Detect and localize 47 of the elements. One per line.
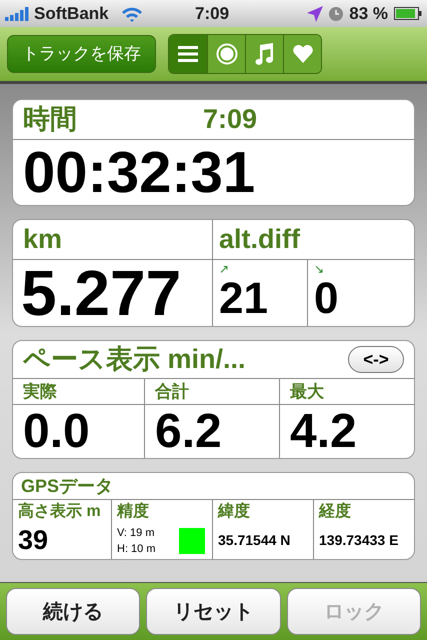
elapsed-time: 00:32:31 [23, 144, 256, 202]
longitude-label: 経度 [319, 502, 352, 522]
toolbar-tab[interactable] [283, 35, 321, 73]
pace-column-label: 合計 [155, 380, 189, 403]
toggle-units-button[interactable]: <-> [348, 346, 404, 373]
continue-button[interactable]: 続ける [6, 588, 140, 635]
up-arrow: ↗ [219, 263, 229, 275]
altitude-difference-label: alt.diff [219, 223, 300, 256]
carrier-name: SoftBank [34, 2, 109, 25]
toolbar-tab[interactable] [245, 35, 283, 73]
horizontal-accuracy: H: 10 m [117, 542, 156, 556]
alarm-clock-icon [329, 6, 344, 20]
pace-value: 6.2 [155, 408, 222, 456]
menu-icon [178, 46, 198, 62]
battery-percentage: 83 % [349, 2, 388, 25]
gps-data-label: GPSデータ [21, 474, 114, 498]
distance-value: 5.277 [21, 261, 182, 325]
save-track-button[interactable]: トラックを保存 [7, 35, 156, 73]
longitude-value: 139.73433 E [319, 531, 398, 550]
pace-column-label: 最大 [290, 380, 324, 403]
location-arrow-icon [307, 6, 324, 22]
accuracy-label: 精度 [117, 502, 150, 522]
time-label: 時間 [23, 103, 77, 136]
pace-label: ペース表示 min/... [23, 343, 246, 376]
music-note-icon [254, 42, 274, 66]
pace-value: 4.2 [290, 408, 357, 456]
distance-label: km [23, 223, 62, 256]
clock-time: 7:09 [195, 2, 230, 25]
toolbar-tab[interactable] [207, 35, 245, 73]
vertical-accuracy: V: 19 m [117, 526, 156, 540]
record-icon [216, 43, 238, 65]
descent-value: 0 [314, 277, 338, 321]
battery-icon [394, 7, 422, 20]
wifi-icon [120, 6, 143, 22]
pace-value: 0.0 [23, 408, 90, 456]
reset-button[interactable]: リセット [146, 588, 281, 635]
down-arrow: ↘ [314, 263, 324, 275]
altitude-value: 39 [18, 527, 48, 554]
pace-column-label: 実際 [23, 380, 57, 403]
latitude-label: 緯度 [218, 502, 251, 522]
ascent-value: 21 [219, 277, 268, 321]
toolbar-tab[interactable] [169, 35, 207, 73]
altitude-label: 高さ表示 m [18, 502, 102, 522]
signal-icon [5, 6, 31, 20]
clock-time-readout: 7:09 [203, 103, 258, 136]
latitude-value: 35.71544 N [218, 531, 290, 550]
heart-icon [292, 44, 314, 64]
